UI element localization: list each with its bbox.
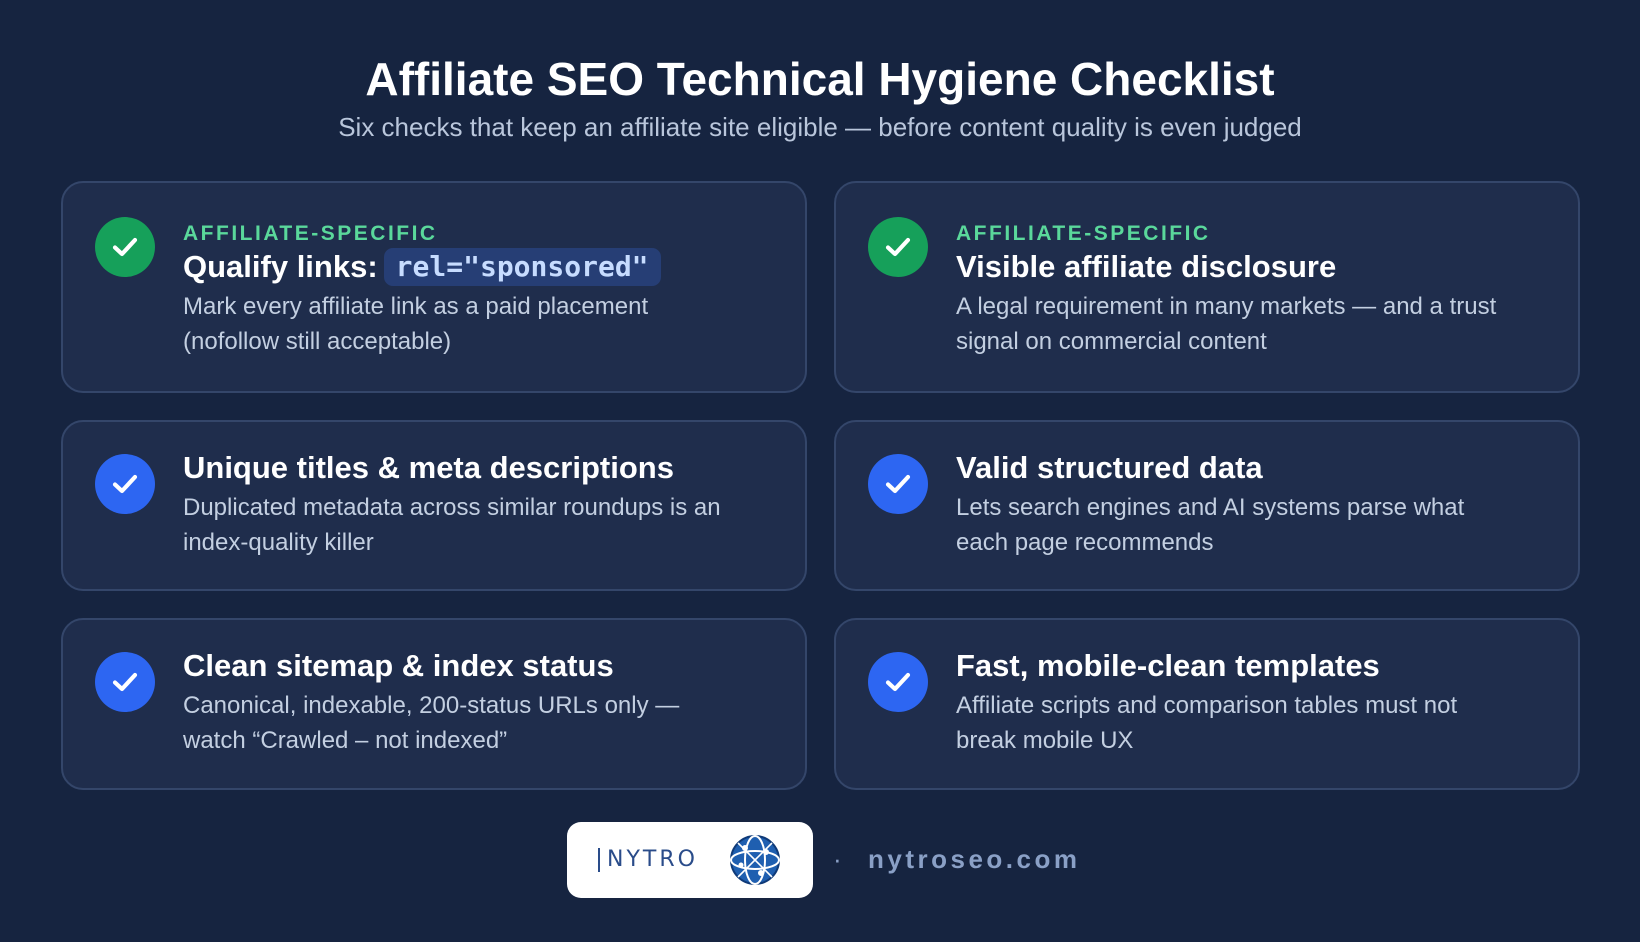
- card-title: Clean sitemap & index status: [183, 648, 614, 683]
- logo-wordmark: NYTRO: [607, 847, 698, 872]
- card-description-line: Affiliate scripts and comparison tables …: [956, 692, 1458, 719]
- footer-separator: ·: [833, 844, 842, 874]
- card-description-line: index-quality killer: [183, 529, 374, 556]
- card-category-label: AFFILIATE-SPECIFIC: [956, 222, 1211, 245]
- page-title: Affiliate SEO Technical Hygiene Checklis…: [365, 53, 1275, 105]
- check-icon: [95, 454, 155, 514]
- code-snippet: rel="sponsored": [383, 248, 661, 286]
- card-title: Unique titles & meta descriptions: [183, 450, 674, 485]
- card-description: Affiliate scripts and comparison tables …: [956, 688, 1542, 758]
- checklist-card-sponsored-links: AFFILIATE-SPECIFIC Qualify links: rel="sp…: [61, 181, 807, 393]
- card-description-line: watch “Crawled – not indexed”: [183, 727, 508, 754]
- card-description-line: Lets search engines and AI systems parse…: [956, 494, 1465, 521]
- check-icon: [95, 217, 155, 277]
- card-category-label: AFFILIATE-SPECIFIC: [183, 222, 438, 245]
- checklist-card-titles-meta: Unique titles & meta descriptions Duplic…: [61, 420, 807, 591]
- checklist-card-structured-data: Valid structured data Lets search engine…: [834, 420, 1580, 591]
- page-subtitle: Six checks that keep an affiliate site e…: [338, 112, 1302, 142]
- check-icon: [868, 652, 928, 712]
- check-icon: [95, 652, 155, 712]
- card-description: Mark every affiliate link as a paid plac…: [183, 289, 769, 359]
- card-title: Fast, mobile-clean templates: [956, 648, 1380, 683]
- card-description: A legal requirement in many markets — an…: [956, 289, 1542, 359]
- brand-logo: NYTRO: [567, 822, 813, 898]
- checklist-card-mobile-templates: Fast, mobile-clean templates Affiliate s…: [834, 618, 1580, 790]
- card-title-text: Qualify links:: [183, 249, 378, 284]
- card-title: Valid structured data: [956, 450, 1263, 485]
- check-icon: [868, 454, 928, 514]
- checklist-card-sitemap: Clean sitemap & index status Canonical, …: [61, 618, 807, 790]
- card-description-line: Duplicated metadata across similar round…: [183, 494, 721, 521]
- card-description-line: Canonical, indexable, 200-status URLs on…: [183, 692, 680, 719]
- checklist-card-disclosure: AFFILIATE-SPECIFIC Visible affiliate dis…: [834, 181, 1580, 393]
- card-description-line: break mobile UX: [956, 727, 1134, 754]
- footer-domain: nytroseo.com: [868, 844, 1081, 874]
- card-description: Lets search engines and AI systems parse…: [956, 490, 1542, 560]
- card-title: Qualify links: rel="sponsored": [183, 247, 769, 287]
- card-description-line: each page recommends: [956, 529, 1214, 556]
- globe-icon: [728, 833, 782, 892]
- card-description-line: signal on commercial content: [956, 328, 1267, 355]
- card-description: Canonical, indexable, 200-status URLs on…: [183, 688, 769, 758]
- card-description: Duplicated metadata across similar round…: [183, 490, 769, 560]
- card-description-line: Mark every affiliate link as a paid plac…: [183, 293, 649, 320]
- header: Affiliate SEO Technical Hygiene Checklis…: [0, 50, 1640, 144]
- check-icon: [868, 217, 928, 277]
- card-title: Visible affiliate disclosure: [956, 249, 1337, 284]
- logo-divider: [598, 848, 600, 872]
- card-description-line: (nofollow still acceptable): [183, 328, 452, 355]
- card-description-line: A legal requirement in many markets — an…: [956, 293, 1497, 320]
